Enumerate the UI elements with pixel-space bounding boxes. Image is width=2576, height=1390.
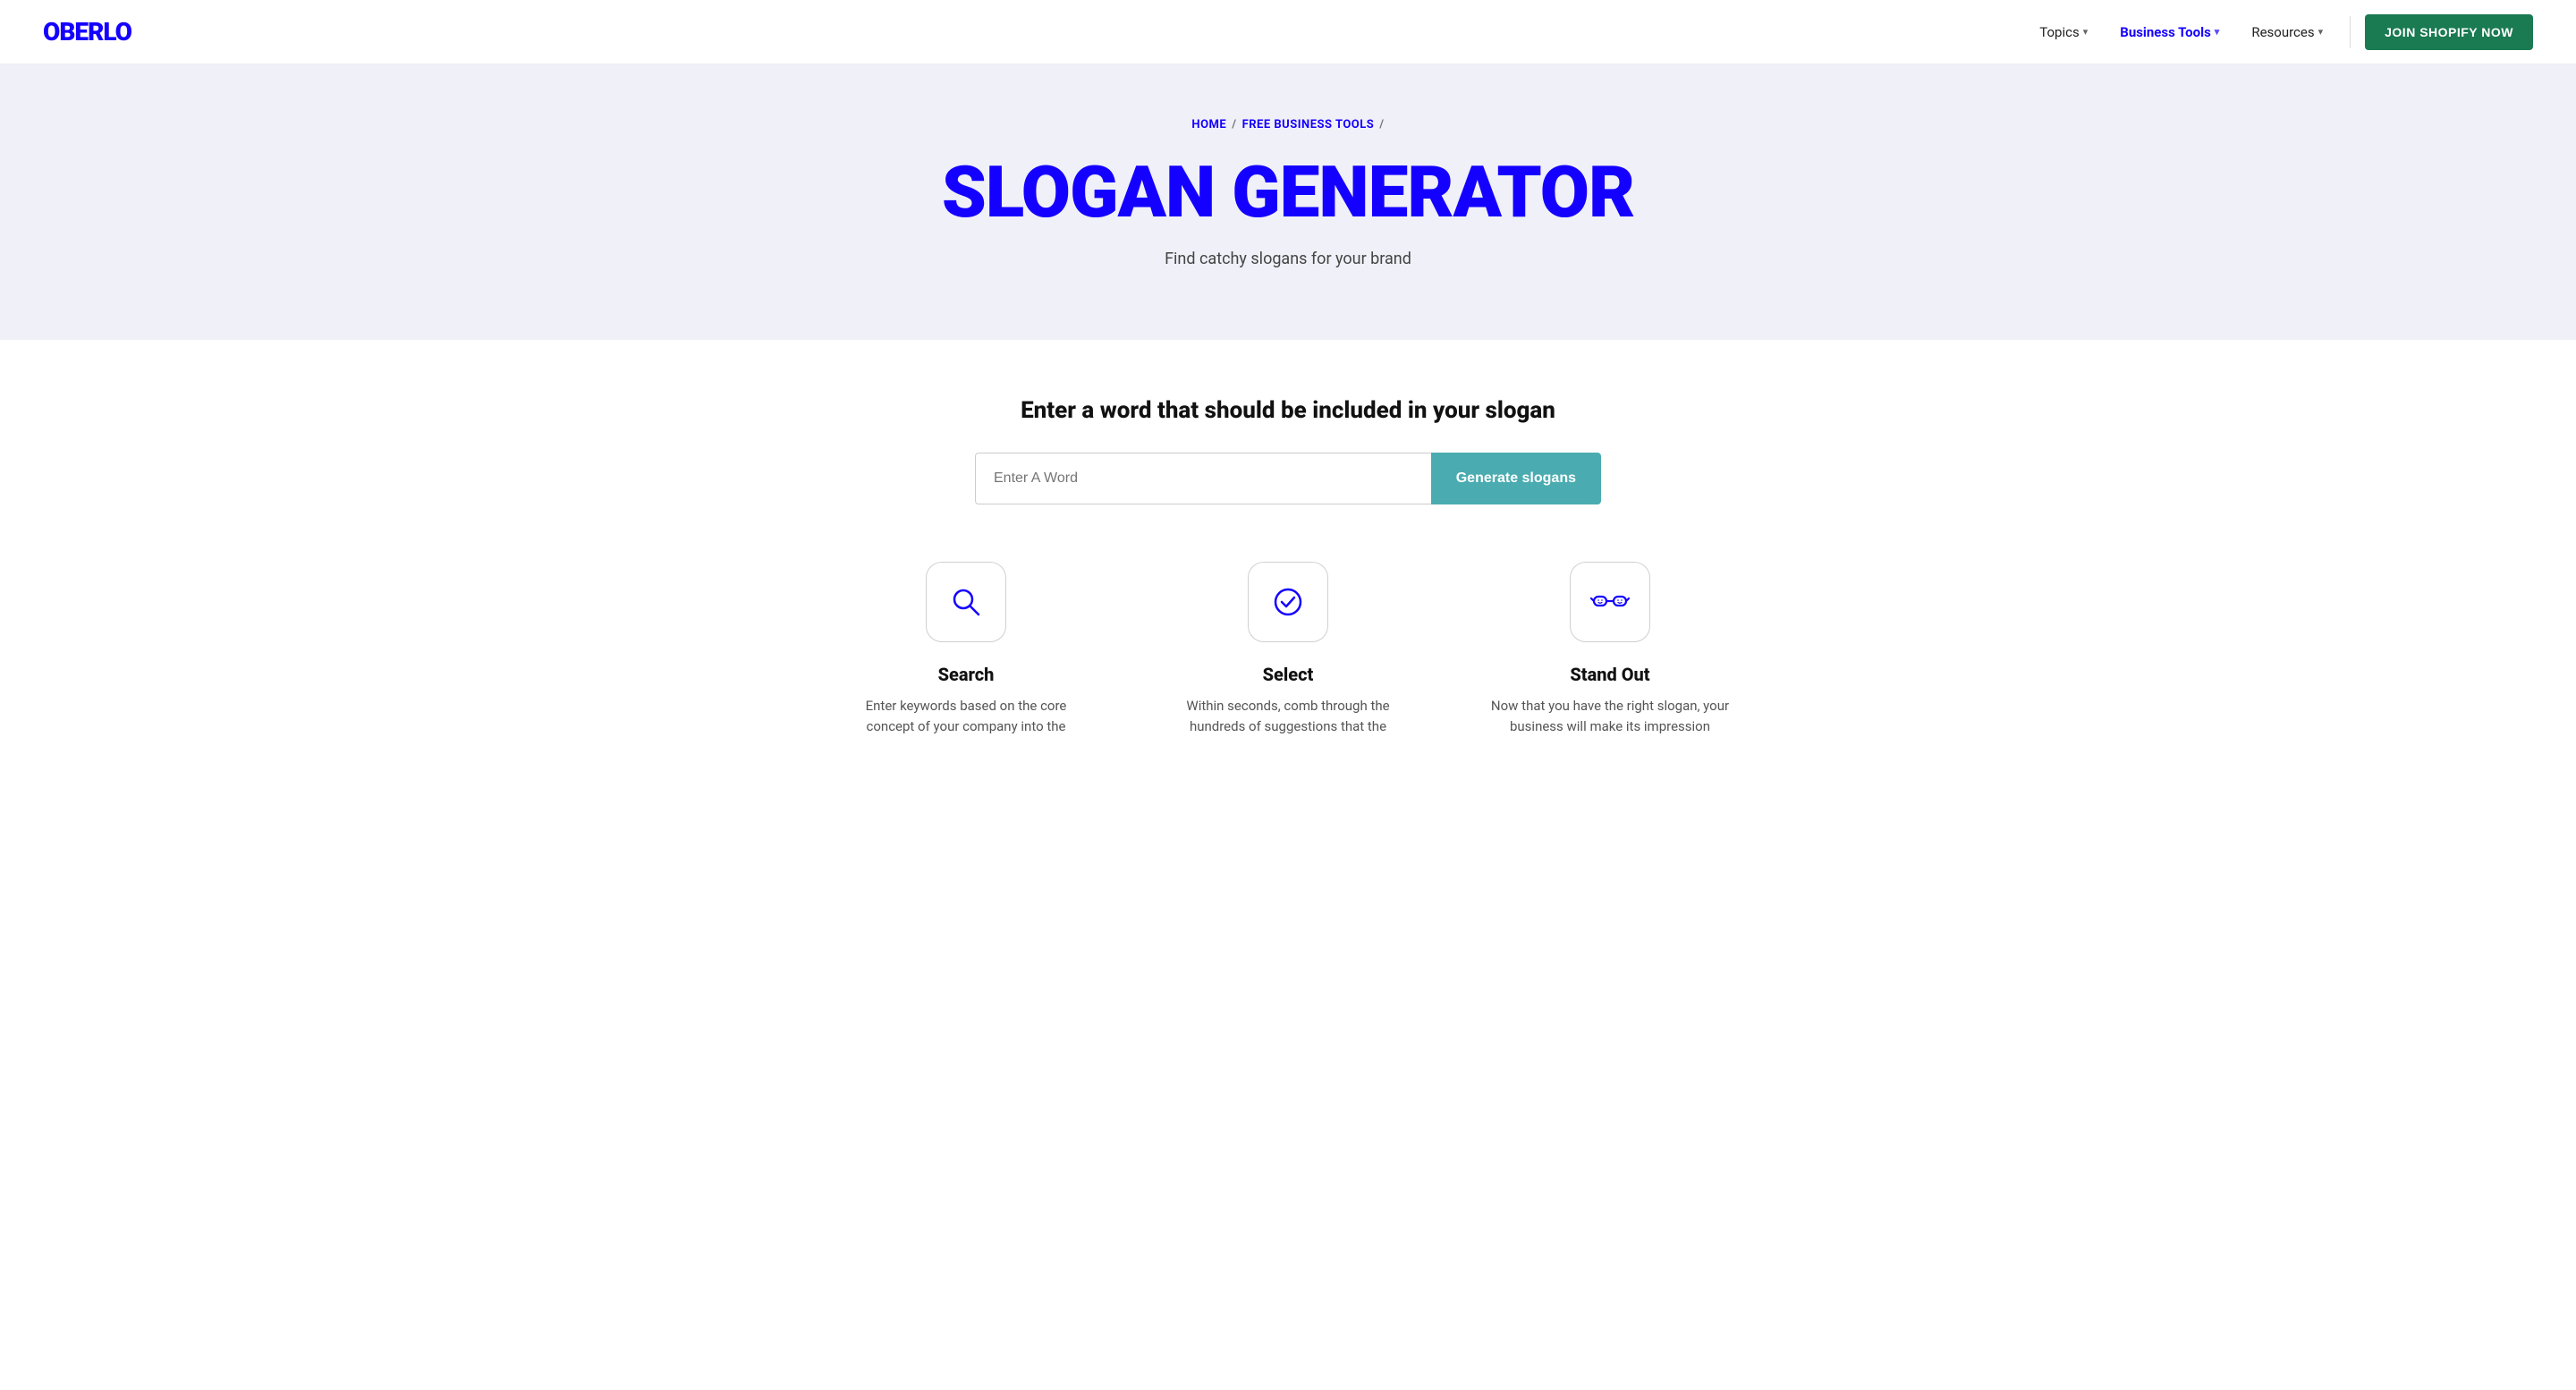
feature-standout: Stand Out Now that you have the right sl… (1485, 562, 1735, 736)
standout-icon-wrap (1570, 562, 1650, 642)
nav-divider (2350, 16, 2351, 48)
breadcrumb-home[interactable]: HOME (1191, 118, 1226, 131)
search-icon (946, 582, 986, 622)
join-shopify-button[interactable]: JOIN SHOPIFY NOW (2365, 14, 2533, 50)
navbar: OBERLO Topics ▾ Business Tools ▾ Resourc… (0, 0, 2576, 64)
chevron-down-icon: ▾ (2083, 26, 2089, 38)
generator-section: Enter a word that should be included in … (0, 340, 2576, 826)
feature-select: Select Within seconds, comb through the … (1163, 562, 1413, 736)
breadcrumb-section[interactable]: FREE BUSINESS TOOLS (1242, 118, 1375, 131)
nav-links: Topics ▾ Business Tools ▾ Resources ▾ JO… (2027, 14, 2533, 50)
nav-item-topics[interactable]: Topics ▾ (2027, 17, 2100, 47)
feature-search-title: Search (938, 664, 995, 685)
features-section: Search Enter keywords based on the core … (18, 562, 2558, 790)
hero-section: HOME / FREE BUSINESS TOOLS / SLOGAN GENE… (0, 64, 2576, 340)
nav-topics-label: Topics (2039, 24, 2079, 40)
nav-item-business-tools[interactable]: Business Tools ▾ (2107, 17, 2232, 47)
nav-business-tools-label: Business Tools (2120, 24, 2211, 40)
feature-standout-desc: Now that you have the right slogan, your… (1485, 696, 1735, 736)
feature-search-desc: Enter keywords based on the core concept… (841, 696, 1091, 736)
nav-item-resources[interactable]: Resources ▾ (2239, 17, 2335, 47)
search-icon-wrap (926, 562, 1006, 642)
page-title: SLOGAN GENERATOR (18, 157, 2558, 228)
feature-search: Search Enter keywords based on the core … (841, 562, 1091, 736)
glasses-icon (1590, 582, 1630, 622)
feature-select-desc: Within seconds, comb through the hundred… (1163, 696, 1413, 736)
chevron-down-icon: ▾ (2318, 26, 2324, 38)
hero-subtitle: Find catchy slogans for your brand (18, 250, 2558, 268)
breadcrumb-separator-2: / (1379, 118, 1384, 131)
breadcrumb: HOME / FREE BUSINESS TOOLS / (18, 118, 2558, 131)
nav-resources-label: Resources (2251, 24, 2314, 40)
feature-standout-title: Stand Out (1570, 664, 1649, 685)
breadcrumb-separator-1: / (1232, 118, 1236, 131)
generate-button[interactable]: Generate slogans (1431, 453, 1601, 504)
generator-heading: Enter a word that should be included in … (18, 397, 2558, 424)
chevron-down-icon: ▾ (2215, 26, 2220, 38)
checkmark-icon (1268, 582, 1308, 622)
word-input[interactable] (975, 453, 1431, 504)
logo[interactable]: OBERLO (43, 17, 131, 47)
feature-select-title: Select (1263, 664, 1314, 685)
generator-form: Generate slogans (975, 453, 1601, 504)
select-icon-wrap (1248, 562, 1328, 642)
